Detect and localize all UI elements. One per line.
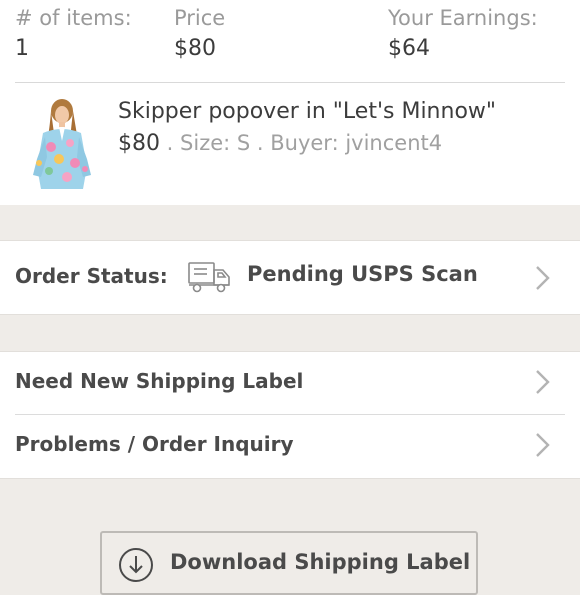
- item-size: . Size: S: [160, 131, 251, 155]
- order-status-row[interactable]: Order Status: Pending USPS Scan: [0, 247, 580, 309]
- item-price: $80: [118, 131, 160, 156]
- download-shipping-label-text: Download Shipping Label: [170, 550, 471, 574]
- problems-order-inquiry-row[interactable]: Problems / Order Inquiry: [0, 415, 580, 477]
- order-status-label: Order Status:: [15, 264, 168, 288]
- summary-divider: [15, 82, 565, 83]
- chevron-right-icon: [534, 432, 552, 458]
- order-summary-panel: # of items: 1 Price $80 Your Earnings: $…: [0, 0, 580, 205]
- price-value: $80: [174, 36, 216, 61]
- price-column: Price $80: [174, 4, 225, 66]
- items-count-column: # of items: 1: [15, 4, 132, 66]
- order-actions-section: Need New Shipping Label Problems / Order…: [0, 351, 580, 479]
- order-status-section: Order Status: Pending USPS Scan: [0, 240, 580, 315]
- items-count-label: # of items:: [15, 6, 132, 30]
- download-shipping-label-button[interactable]: Download Shipping Label: [100, 531, 478, 595]
- download-circle-icon: [118, 547, 154, 583]
- need-new-shipping-label-text: Need New Shipping Label: [15, 369, 304, 393]
- item-title[interactable]: Skipper popover in "Let's Minnow": [118, 99, 496, 124]
- chevron-right-icon: [534, 265, 552, 291]
- items-count-value: 1: [15, 36, 29, 61]
- earnings-label: Your Earnings:: [388, 6, 538, 30]
- problems-order-inquiry-text: Problems / Order Inquiry: [15, 432, 294, 456]
- need-new-shipping-label-row[interactable]: Need New Shipping Label: [0, 352, 580, 414]
- item-buyer[interactable]: . Buyer: jvincent4: [250, 131, 442, 155]
- order-status-value: Pending USPS Scan: [247, 262, 478, 286]
- earnings-column: Your Earnings: $64: [388, 4, 538, 66]
- chevron-right-icon: [534, 369, 552, 395]
- earnings-value: $64: [388, 36, 430, 61]
- item-details: $80 . Size: S . Buyer: jvincent4: [118, 131, 442, 156]
- truck-icon: [187, 259, 233, 295]
- price-label: Price: [174, 6, 226, 30]
- item-thumbnail[interactable]: [15, 97, 105, 189]
